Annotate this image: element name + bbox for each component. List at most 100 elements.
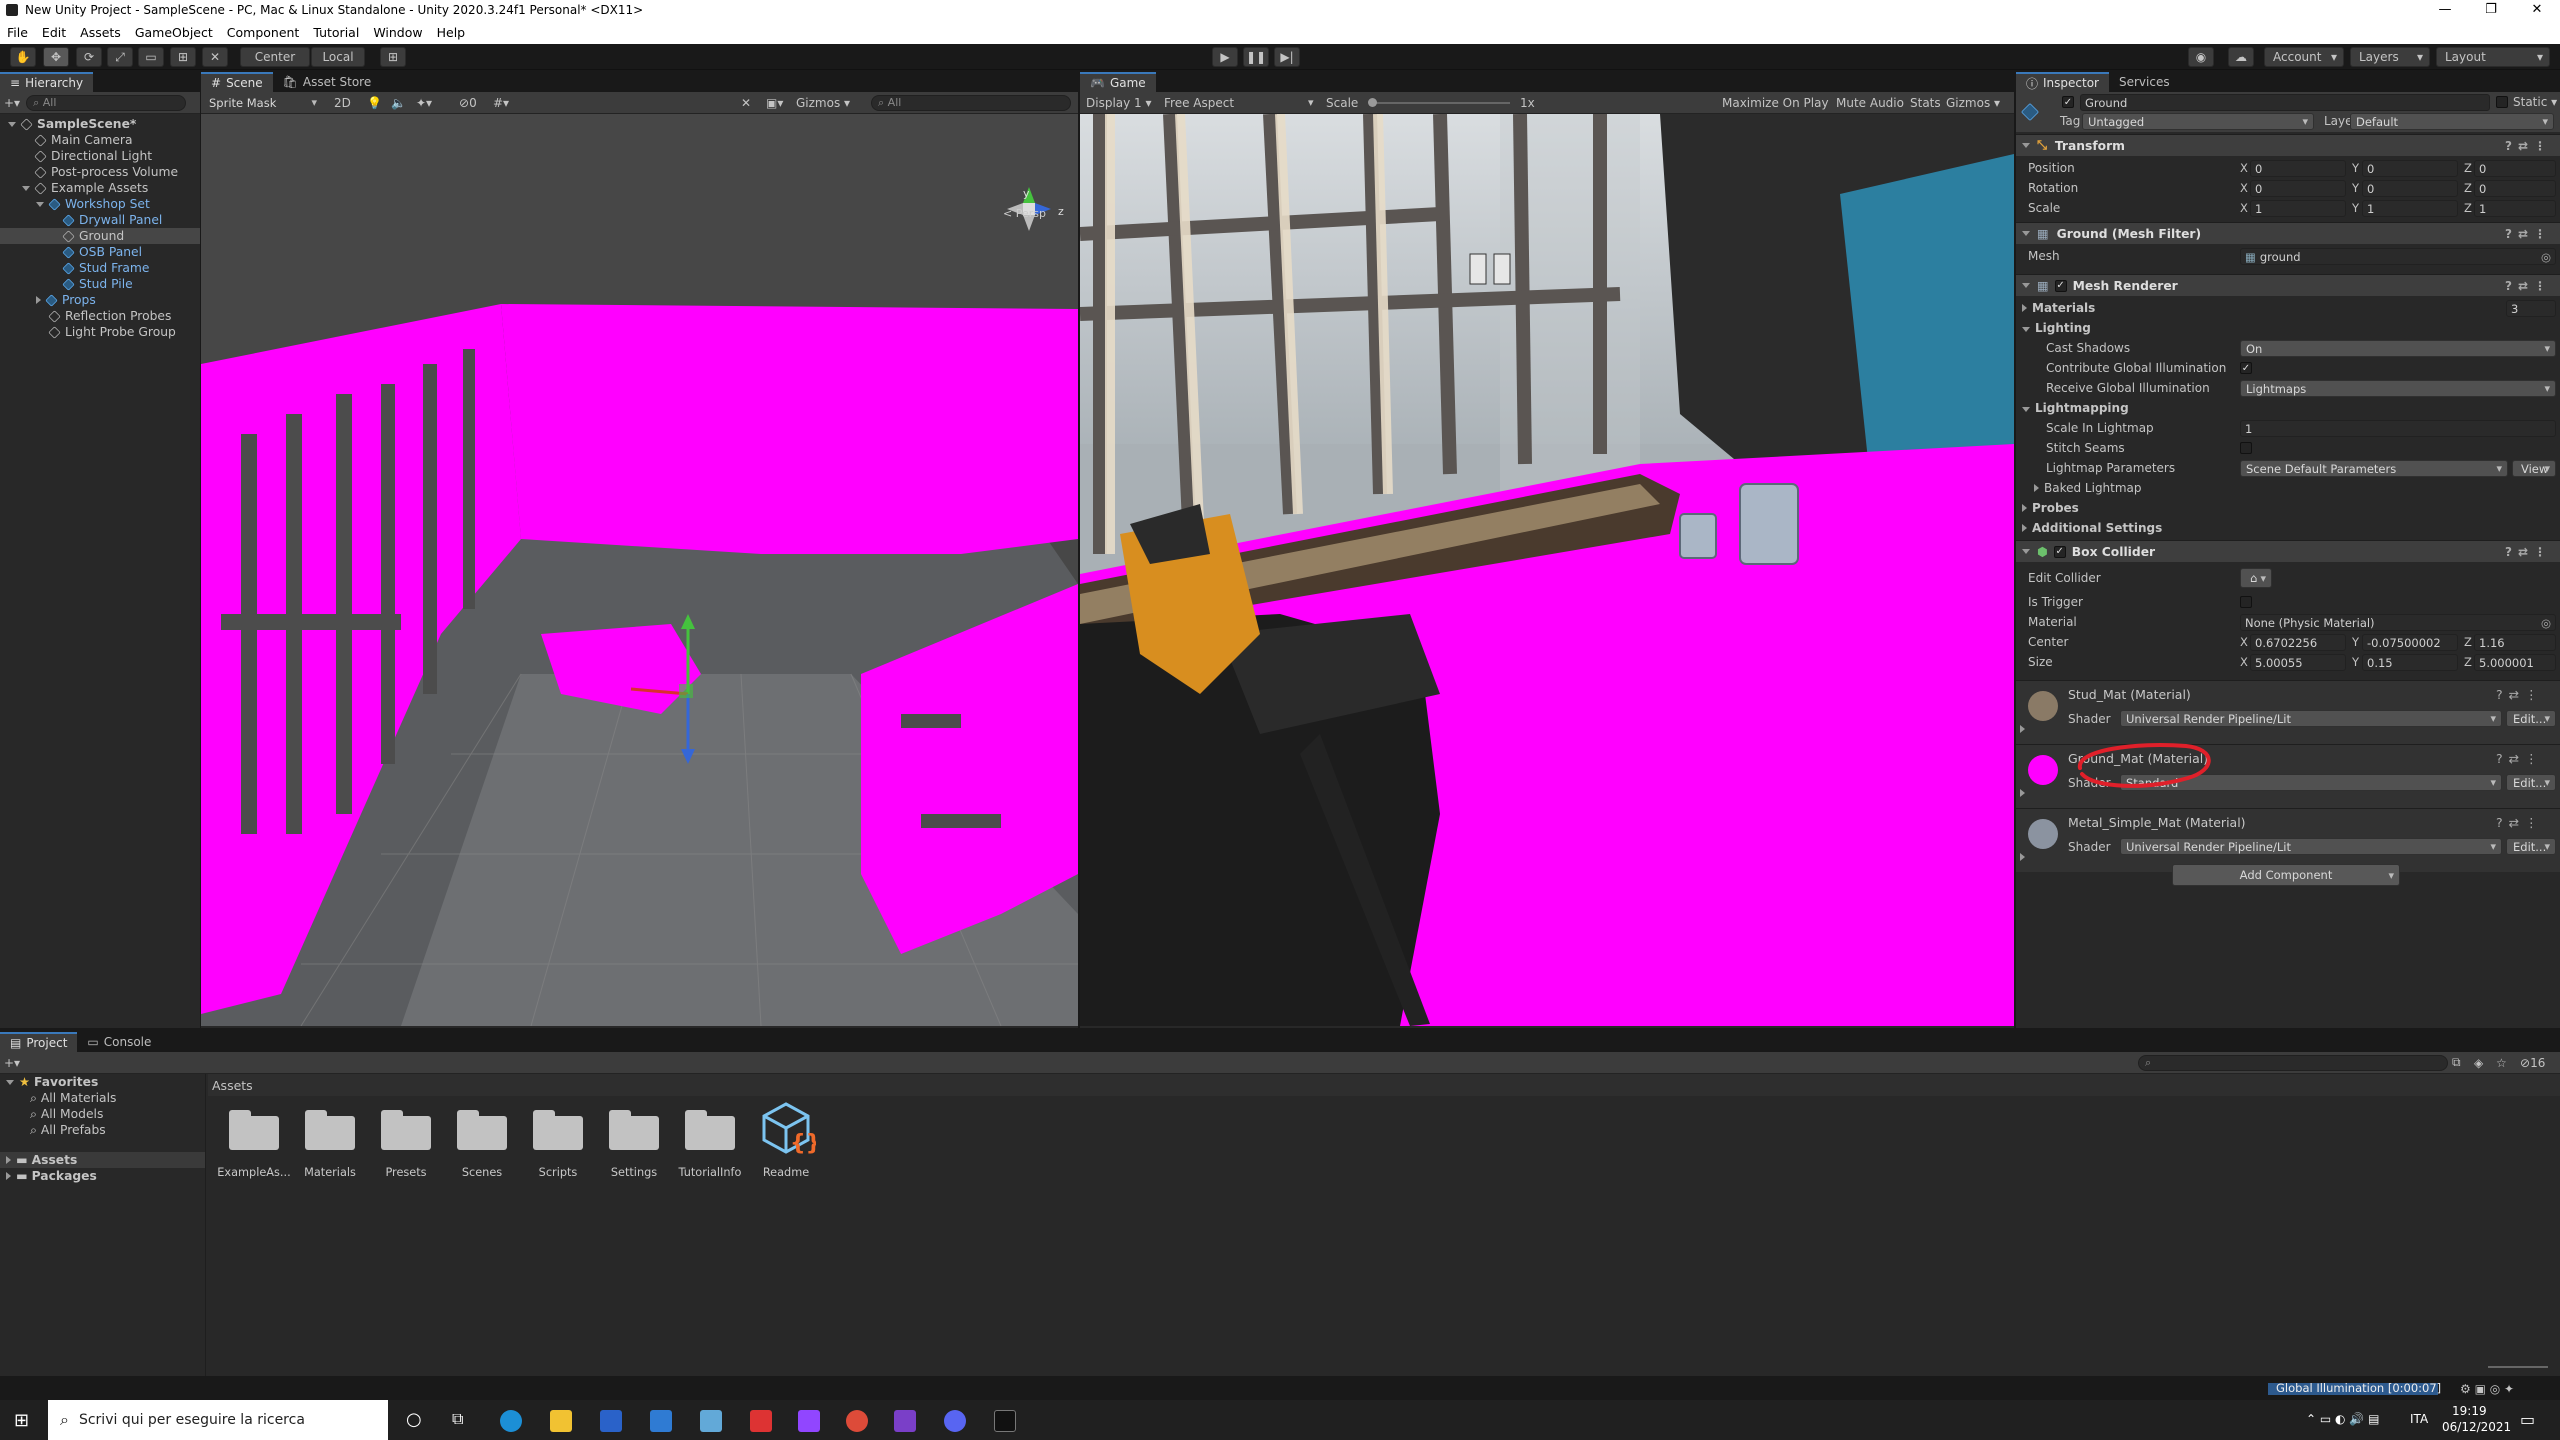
- hierarchy-item[interactable]: Example Assets: [0, 180, 200, 196]
- mute-audio-toggle[interactable]: Mute Audio: [1836, 96, 1904, 110]
- layer-dropdown[interactable]: Default: [2350, 113, 2554, 130]
- packages-folder[interactable]: ▬ Packages: [0, 1168, 205, 1184]
- collider-material-field[interactable]: None (Physic Material) ◎: [2240, 614, 2556, 631]
- transform-expand-icon[interactable]: [2022, 143, 2030, 148]
- add-component-button[interactable]: Add Component: [2172, 864, 2400, 886]
- box-collider-enabled-checkbox[interactable]: ✓: [2053, 545, 2066, 558]
- minimize-icon[interactable]: —: [2422, 0, 2468, 20]
- view-button[interactable]: View: [2512, 460, 2556, 477]
- assets-folder[interactable]: ▬ Assets: [0, 1152, 205, 1168]
- static-dropdown[interactable]: Static ▾: [2513, 95, 2557, 109]
- mesh-filter-expand-icon[interactable]: [2022, 231, 2030, 236]
- shader-dropdown[interactable]: Universal Render Pipeline/Lit: [2120, 838, 2502, 855]
- custom-tool-icon[interactable]: ✕: [202, 47, 228, 67]
- tab-game[interactable]: 🎮 Game: [1080, 72, 1156, 92]
- tab-inspector[interactable]: ⓘ Inspector: [2016, 72, 2109, 92]
- visual-studio-icon[interactable]: [894, 1410, 916, 1432]
- windows-start-icon[interactable]: ⊞: [14, 1410, 29, 1431]
- scene-search-input[interactable]: ⌕ All: [871, 94, 1071, 111]
- readme-asset[interactable]: {} Readme: [756, 1100, 821, 1190]
- step-button-icon[interactable]: ▶|: [1274, 47, 1300, 67]
- mesh-filter-header[interactable]: ▦ Ground (Mesh Filter) ?⇄⋮: [2016, 222, 2560, 244]
- receive-gi-dropdown[interactable]: Lightmaps: [2240, 380, 2556, 397]
- file-explorer-icon[interactable]: [550, 1410, 572, 1432]
- chrome-icon[interactable]: [846, 1410, 868, 1432]
- folder-item[interactable]: Materials: [300, 1100, 360, 1190]
- heart-app-icon[interactable]: [750, 1410, 772, 1432]
- contribute-gi-checkbox[interactable]: ✓: [2240, 362, 2252, 374]
- aspect-dropdown[interactable]: Free Aspect: [1164, 96, 1234, 110]
- is-trigger-checkbox[interactable]: [2240, 596, 2252, 608]
- menu-help[interactable]: Help: [430, 25, 473, 40]
- favorites-folder[interactable]: ★ Favorites: [0, 1074, 205, 1090]
- hierarchy-item[interactable]: OSB Panel: [0, 244, 200, 260]
- project-search-input[interactable]: ⌕: [2138, 1054, 2448, 1071]
- menu-component[interactable]: Component: [220, 25, 307, 40]
- grid-snap-icon[interactable]: ⊞: [380, 47, 406, 67]
- filter-label-icon[interactable]: ◈: [2474, 1056, 2483, 1070]
- filter-type-icon[interactable]: ⧉: [2452, 1055, 2461, 1070]
- draw-mode-dropdown[interactable]: Sprite Mask: [203, 94, 323, 111]
- menu-assets[interactable]: Assets: [73, 25, 128, 40]
- hierarchy-search-input[interactable]: ⌕ All: [26, 94, 187, 111]
- hierarchy-item[interactable]: Light Probe Group: [0, 324, 200, 340]
- scene-viewport[interactable]: [201, 114, 1078, 1026]
- favorite-all-prefabs[interactable]: ⌕ All Prefabs: [0, 1122, 205, 1138]
- folder-item[interactable]: Scripts: [528, 1100, 588, 1190]
- menu-tutorial[interactable]: Tutorial: [306, 25, 366, 40]
- cortana-icon[interactable]: ○: [406, 1409, 422, 1430]
- folder-item[interactable]: Settings: [604, 1100, 664, 1190]
- expanded-arrow-icon[interactable]: [8, 121, 16, 127]
- folder-item[interactable]: Scenes: [452, 1100, 512, 1190]
- materials-foldout[interactable]: Materials: [2022, 301, 2095, 315]
- add-object-button[interactable]: +▾: [4, 96, 20, 110]
- folder-item[interactable]: TutorialInfo: [679, 1100, 741, 1190]
- close-icon[interactable]: ✕: [2514, 0, 2560, 20]
- icon-size-slider[interactable]: [2488, 1366, 2548, 1368]
- hierarchy-item[interactable]: SampleScene*: [0, 116, 200, 132]
- display-dropdown[interactable]: Display 1 ▾: [1086, 96, 1152, 110]
- lightmap-params-dropdown[interactable]: Scene Default Parameters: [2240, 460, 2508, 477]
- 2d-toggle[interactable]: 2D: [334, 96, 351, 110]
- favorite-all-materials[interactable]: ⌕ All Materials: [0, 1090, 205, 1106]
- create-asset-button[interactable]: +▾: [4, 1056, 20, 1070]
- pivot-local-button[interactable]: Local: [311, 47, 365, 67]
- expanded-arrow-icon[interactable]: [22, 185, 30, 191]
- tag-dropdown[interactable]: Untagged: [2082, 113, 2314, 130]
- folder-item[interactable]: Presets: [376, 1100, 436, 1190]
- collapsed-arrow-icon[interactable]: [2020, 725, 2025, 733]
- component-menu-icons[interactable]: ?⇄⋮: [2505, 227, 2552, 241]
- stats-toggle[interactable]: Stats: [1910, 96, 1941, 110]
- material-menu-icons[interactable]: ?⇄⋮: [2496, 751, 2544, 766]
- size-z-field[interactable]: 5.000001: [2474, 654, 2556, 671]
- effects-toggle-icon[interactable]: ✦▾: [416, 96, 432, 110]
- shader-edit-button[interactable]: Edit...: [2506, 710, 2556, 727]
- scale-x-field[interactable]: 1: [2250, 200, 2346, 217]
- shader-dropdown[interactable]: Universal Render Pipeline/Lit: [2120, 710, 2502, 727]
- shader-edit-button[interactable]: Edit...: [2506, 774, 2556, 791]
- persp-label[interactable]: < Persp: [1003, 207, 1046, 220]
- mesh-renderer-expand-icon[interactable]: [2022, 283, 2030, 288]
- account-dropdown[interactable]: Account ▾: [2264, 47, 2344, 67]
- menu-gameobject[interactable]: GameObject: [128, 25, 220, 40]
- hidden-objects-count[interactable]: ⊘0: [459, 96, 477, 110]
- menu-window[interactable]: Window: [366, 25, 429, 40]
- probes-foldout[interactable]: Probes: [2022, 501, 2079, 515]
- scale-lightmap-field[interactable]: 1: [2240, 420, 2556, 437]
- rotation-x-field[interactable]: 0: [2250, 180, 2346, 197]
- scale-tool-icon[interactable]: ⤢: [107, 47, 133, 67]
- layers-dropdown[interactable]: Layers ▾: [2350, 47, 2430, 67]
- hierarchy-item[interactable]: Post-process Volume: [0, 164, 200, 180]
- language-indicator[interactable]: ITA: [2410, 1412, 2428, 1426]
- taskbar-search-input[interactable]: ⌕ Scrivi qui per eseguire la ricerca: [48, 1400, 388, 1440]
- hierarchy-item[interactable]: Main Camera: [0, 132, 200, 148]
- lighting-foldout[interactable]: Lighting: [2022, 321, 2091, 335]
- hierarchy-item[interactable]: Drywall Panel: [0, 212, 200, 228]
- rotate-tool-icon[interactable]: ⟳: [76, 47, 102, 67]
- tab-console[interactable]: ▭ Console: [77, 1032, 161, 1052]
- object-picker-icon[interactable]: ◎: [2541, 250, 2551, 264]
- lighting-toggle-icon[interactable]: 💡: [367, 96, 382, 110]
- hierarchy-item[interactable]: Workshop Set: [0, 196, 200, 212]
- maximize-icon[interactable]: ❐: [2468, 0, 2514, 20]
- app-icon[interactable]: [700, 1410, 722, 1432]
